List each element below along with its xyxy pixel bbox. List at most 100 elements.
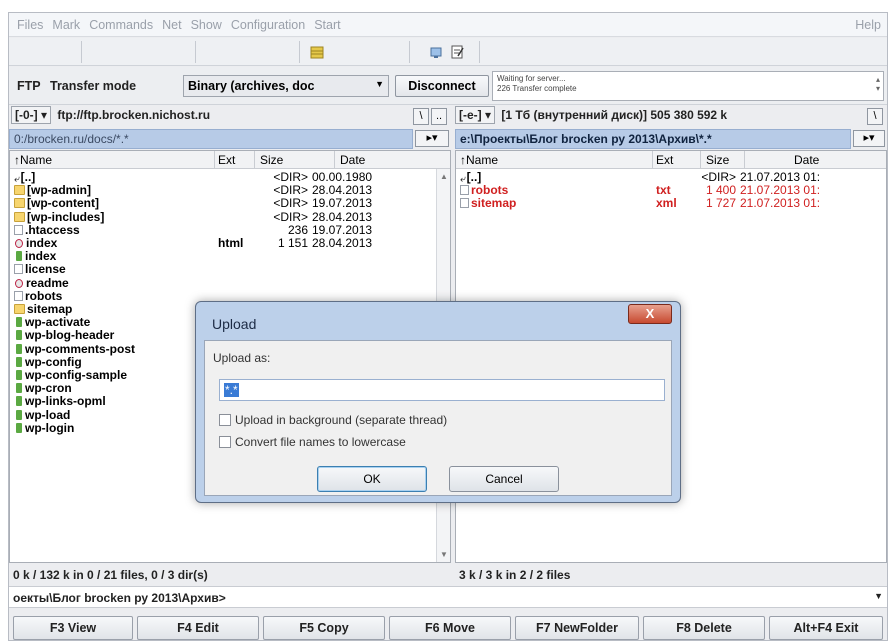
total-commander-window: Files Mark Commands Net Show Configurati… [8, 12, 888, 641]
col-date-header[interactable]: Date [794, 153, 819, 167]
command-prompt: оекты\Блог brocken ру 2013\Архив> [13, 591, 226, 605]
f6-move-button[interactable]: F6 Move [389, 616, 511, 640]
file-ext: html [218, 236, 244, 250]
col-ext-header[interactable]: Ext [218, 153, 235, 167]
menu-mark[interactable]: Mark [52, 18, 80, 32]
right-drive-select[interactable]: [-e-] ▾ [455, 106, 496, 124]
file-name: index [25, 249, 57, 264]
file-name: .htaccess [25, 222, 80, 237]
file-row[interactable]: ⤶[..] <DIR> 00.00.1980 [10, 170, 450, 185]
checkbox-label: Convert file names to lowercase [235, 435, 406, 449]
right-path-bar[interactable]: e:\Проекты\Блог brocken ру 2013\Архив\*.… [455, 129, 851, 149]
column-divider[interactable] [334, 151, 335, 169]
left-root-button[interactable]: \ [413, 108, 429, 125]
left-drive-select[interactable]: [-0-] ▾ [11, 106, 52, 124]
file-name: sitemap [27, 302, 73, 316]
file-row[interactable]: sitemap xml 1 727 21.07.2013 01: [456, 196, 886, 210]
left-history-button[interactable]: ▸▾ [415, 130, 449, 147]
alt-f4-exit-button[interactable]: Alt+F4 Exit [769, 616, 883, 640]
file-name-cell: wp-login [14, 421, 74, 435]
file-row[interactable]: index [10, 249, 450, 263]
file-row[interactable]: index html 1 151 28.04.2013 [10, 236, 450, 250]
file-size: <DIR> [273, 209, 308, 224]
col-name-header[interactable]: ↑Name [14, 153, 52, 167]
column-divider[interactable] [744, 151, 745, 169]
file-name: wp-load [25, 407, 71, 422]
column-divider[interactable] [214, 151, 215, 169]
file-name: wp-login [25, 420, 75, 435]
menu-configuration[interactable]: Configuration [231, 18, 305, 32]
log-line: 226 Transfer complete [497, 84, 577, 93]
chevron-down-icon[interactable]: ▼ [874, 591, 883, 601]
file-row[interactable]: [wp-admin] <DIR> 28.04.2013 [10, 183, 450, 197]
file-row[interactable]: readme [10, 276, 450, 290]
file-name-cell: sitemap [460, 196, 516, 210]
file-row[interactable]: [wp-includes] <DIR> 28.04.2013 [10, 210, 450, 224]
f8-delete-button[interactable]: F8 Delete [643, 616, 765, 640]
file-name: [wp-content] [27, 196, 99, 211]
html-file-icon [15, 278, 23, 288]
convert-lowercase-checkbox[interactable]: Convert file names to lowercase [219, 435, 406, 449]
notepad-icon[interactable] [449, 44, 465, 60]
left-drive-label: [-0-] [15, 108, 38, 122]
disconnect-button[interactable]: Disconnect [395, 75, 489, 97]
command-line[interactable]: оекты\Блог brocken ру 2013\Архив> ▼ [9, 586, 887, 608]
file-row[interactable]: ⤶[..] <DIR> 21.07.2013 01: [456, 170, 886, 185]
file-row[interactable]: [wp-content] <DIR> 19.07.2013 [10, 196, 450, 210]
left-up-button[interactable]: .. [431, 108, 447, 125]
right-disk-info: [1 Тб (внутренний диск)] 505 380 592 k [501, 108, 728, 122]
file-name: [..] [466, 170, 482, 184]
ftp-connect-icon[interactable] [429, 44, 445, 60]
column-divider[interactable] [700, 151, 701, 169]
file-size: 236 [287, 222, 308, 237]
file-icon [460, 185, 469, 196]
ok-button[interactable]: OK [317, 466, 427, 492]
file-row[interactable]: .htaccess 236 19.07.2013 [10, 223, 450, 237]
php-file-icon [16, 370, 22, 380]
ftp-log[interactable]: Waiting for server... 226 Transfer compl… [492, 71, 884, 101]
upload-background-checkbox[interactable]: Upload in background (separate thread) [219, 413, 447, 427]
log-scroll-arrows-icon[interactable]: ▴ ▾ [876, 75, 880, 93]
col-name-header[interactable]: ↑Name [460, 153, 498, 167]
pack-files-icon[interactable] [309, 44, 325, 60]
file-date: 28.04.2013 [312, 183, 373, 198]
left-path-bar[interactable]: 0:/brocken.ru/docs/*.* [9, 129, 413, 149]
file-row[interactable]: license [10, 262, 450, 276]
column-divider[interactable] [254, 151, 255, 169]
col-size-header[interactable]: Size [260, 153, 283, 167]
right-root-button[interactable]: \ [867, 108, 883, 125]
file-date: 19.07.2013 [312, 196, 373, 211]
menu-show[interactable]: Show [191, 18, 222, 32]
menu-commands[interactable]: Commands [89, 18, 153, 32]
file-name-cell: wp-cron [14, 381, 72, 395]
f7-newfolder-button[interactable]: F7 NewFolder [515, 616, 639, 640]
menu-net[interactable]: Net [162, 18, 181, 32]
close-button[interactable]: X [628, 304, 672, 324]
column-divider[interactable] [652, 151, 653, 169]
checkbox-box[interactable] [219, 414, 231, 426]
scroll-down-icon[interactable]: ▼ [440, 550, 448, 559]
folder-icon [14, 304, 25, 314]
menu-start[interactable]: Start [314, 18, 340, 32]
f4-edit-button[interactable]: F4 Edit [137, 616, 259, 640]
file-name: sitemap [471, 196, 517, 211]
col-date-header[interactable]: Date [340, 153, 365, 167]
transfer-mode-select[interactable]: Binary (archives, doc ▼ [183, 75, 389, 97]
col-ext-header[interactable]: Ext [656, 153, 673, 167]
checkbox-box[interactable] [219, 436, 231, 448]
right-history-button[interactable]: ▸▾ [853, 130, 885, 147]
file-name: wp-activate [25, 315, 91, 330]
menu-help[interactable]: Help [855, 18, 881, 32]
f3-view-button[interactable]: F3 View [13, 616, 133, 640]
scroll-up-icon[interactable]: ▲ [440, 172, 448, 181]
upload-as-input[interactable]: *.* [219, 379, 665, 401]
file-row[interactable]: robots txt 1 400 21.07.2013 01: [456, 183, 886, 197]
f5-copy-button[interactable]: F5 Copy [263, 616, 385, 640]
file-name: readme [26, 275, 69, 290]
function-key-bar: F3 View F4 Edit F5 Copy F6 Move F7 NewFo… [9, 616, 887, 640]
cancel-button[interactable]: Cancel [449, 466, 559, 492]
menu-files[interactable]: Files [17, 18, 43, 32]
right-drive-label: [-e-] [459, 108, 482, 122]
file-name-cell: wp-activate [14, 315, 90, 329]
col-size-header[interactable]: Size [706, 153, 729, 167]
